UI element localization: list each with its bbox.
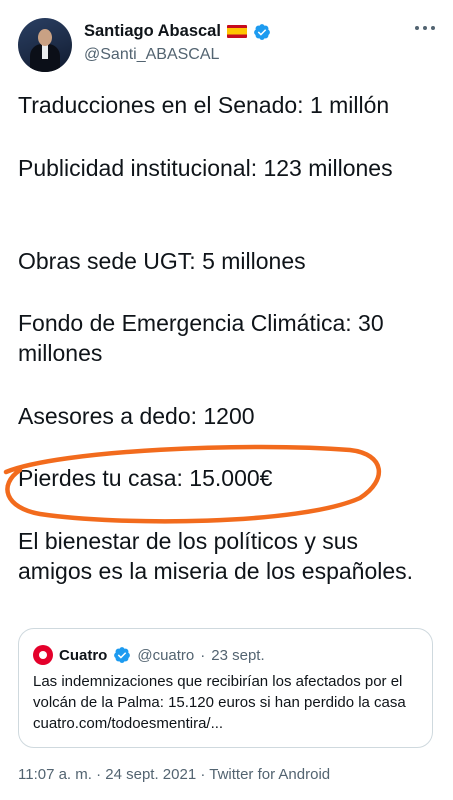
quoted-author-name: Cuatro (59, 646, 108, 664)
author-name-row: Santiago Abascal (84, 22, 271, 41)
quoted-date: 23 sept. (211, 646, 265, 664)
tweet-metadata: 11:07 a. m. · 24 sept. 2021 · Twitter fo… (18, 766, 331, 783)
avatar[interactable] (18, 18, 72, 72)
tweet-line: Fondo de Emergencia Climática: 30 millon… (18, 310, 384, 366)
spain-flag-icon (226, 25, 247, 38)
tweet-line: Obras sede UGT: 5 millones (18, 248, 306, 274)
tweet-header: Santiago Abascal @Santi_ABASCAL (0, 0, 453, 86)
author-handle[interactable]: @Santi_ABASCAL (84, 46, 219, 64)
verified-badge-icon (254, 23, 270, 40)
quoted-tweet-header: Cuatro @cuatro · 23 sept. (33, 645, 265, 665)
tweet-line: Publicidad institucional: 123 millones (18, 155, 393, 181)
avatar-face (38, 29, 52, 46)
verified-badge-icon (114, 647, 131, 663)
cuatro-logo-icon (33, 645, 53, 665)
avatar-shirt (42, 45, 48, 59)
more-icon[interactable] (415, 26, 435, 32)
tweet-line: El bienestar de los políticos y sus amig… (18, 528, 414, 584)
quoted-author-handle: @cuatro (137, 646, 195, 664)
tweet-line-highlighted: Pierdes tu casa: 15.000€ (18, 465, 273, 491)
quoted-tweet[interactable]: Cuatro @cuatro · 23 sept. Las indemnizac… (18, 628, 433, 748)
quoted-separator: · (200, 646, 206, 664)
quoted-tweet-text: Las indemnizaciones que recibirían los a… (33, 673, 406, 732)
author-name[interactable]: Santiago Abascal (84, 22, 221, 41)
tweet-line: Asesores a dedo: 1200 (18, 403, 255, 429)
tweet-line: Traducciones en el Senado: 1 millón (18, 92, 390, 118)
